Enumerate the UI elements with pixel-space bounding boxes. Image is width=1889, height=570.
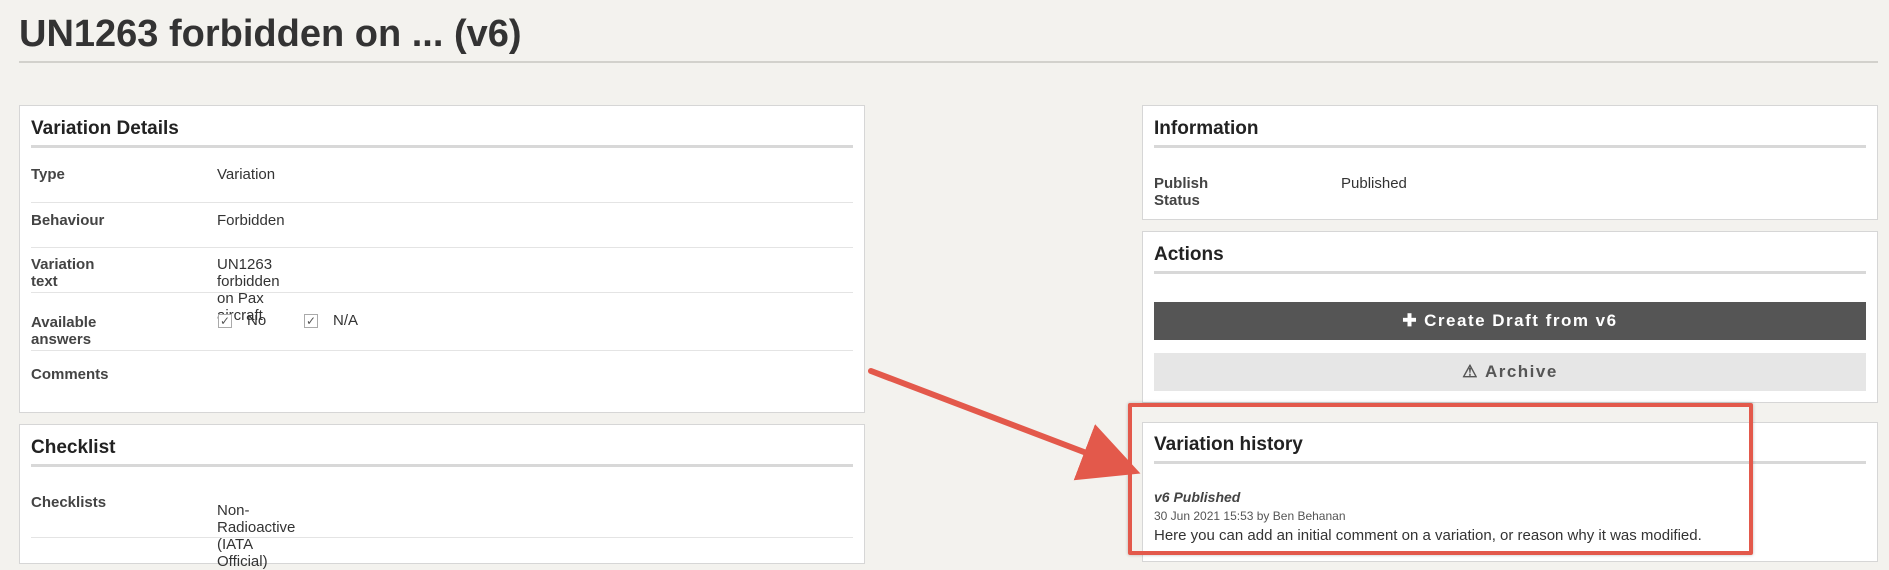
annotation-arrow bbox=[868, 368, 1141, 481]
